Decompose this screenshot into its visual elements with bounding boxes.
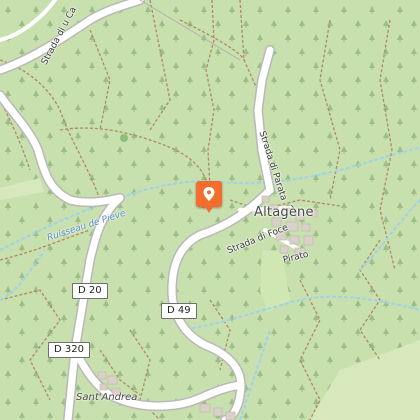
road-shield-d320: D 320: [48, 342, 90, 358]
road-shield-d49: D 49: [161, 303, 197, 319]
town-label-altagene: Altagène: [254, 205, 314, 220]
map-pin-glyph-icon: [203, 187, 215, 201]
point-feature: [120, 134, 128, 142]
map-canvas[interactable]: Altagène Sant'Andrea D 20 D 49 D 320 Str…: [0, 0, 420, 420]
location-pin-icon[interactable]: [196, 181, 222, 213]
village-label-santandrea: Sant'Andrea: [76, 392, 138, 403]
road-shield-d20: D 20: [72, 283, 108, 299]
